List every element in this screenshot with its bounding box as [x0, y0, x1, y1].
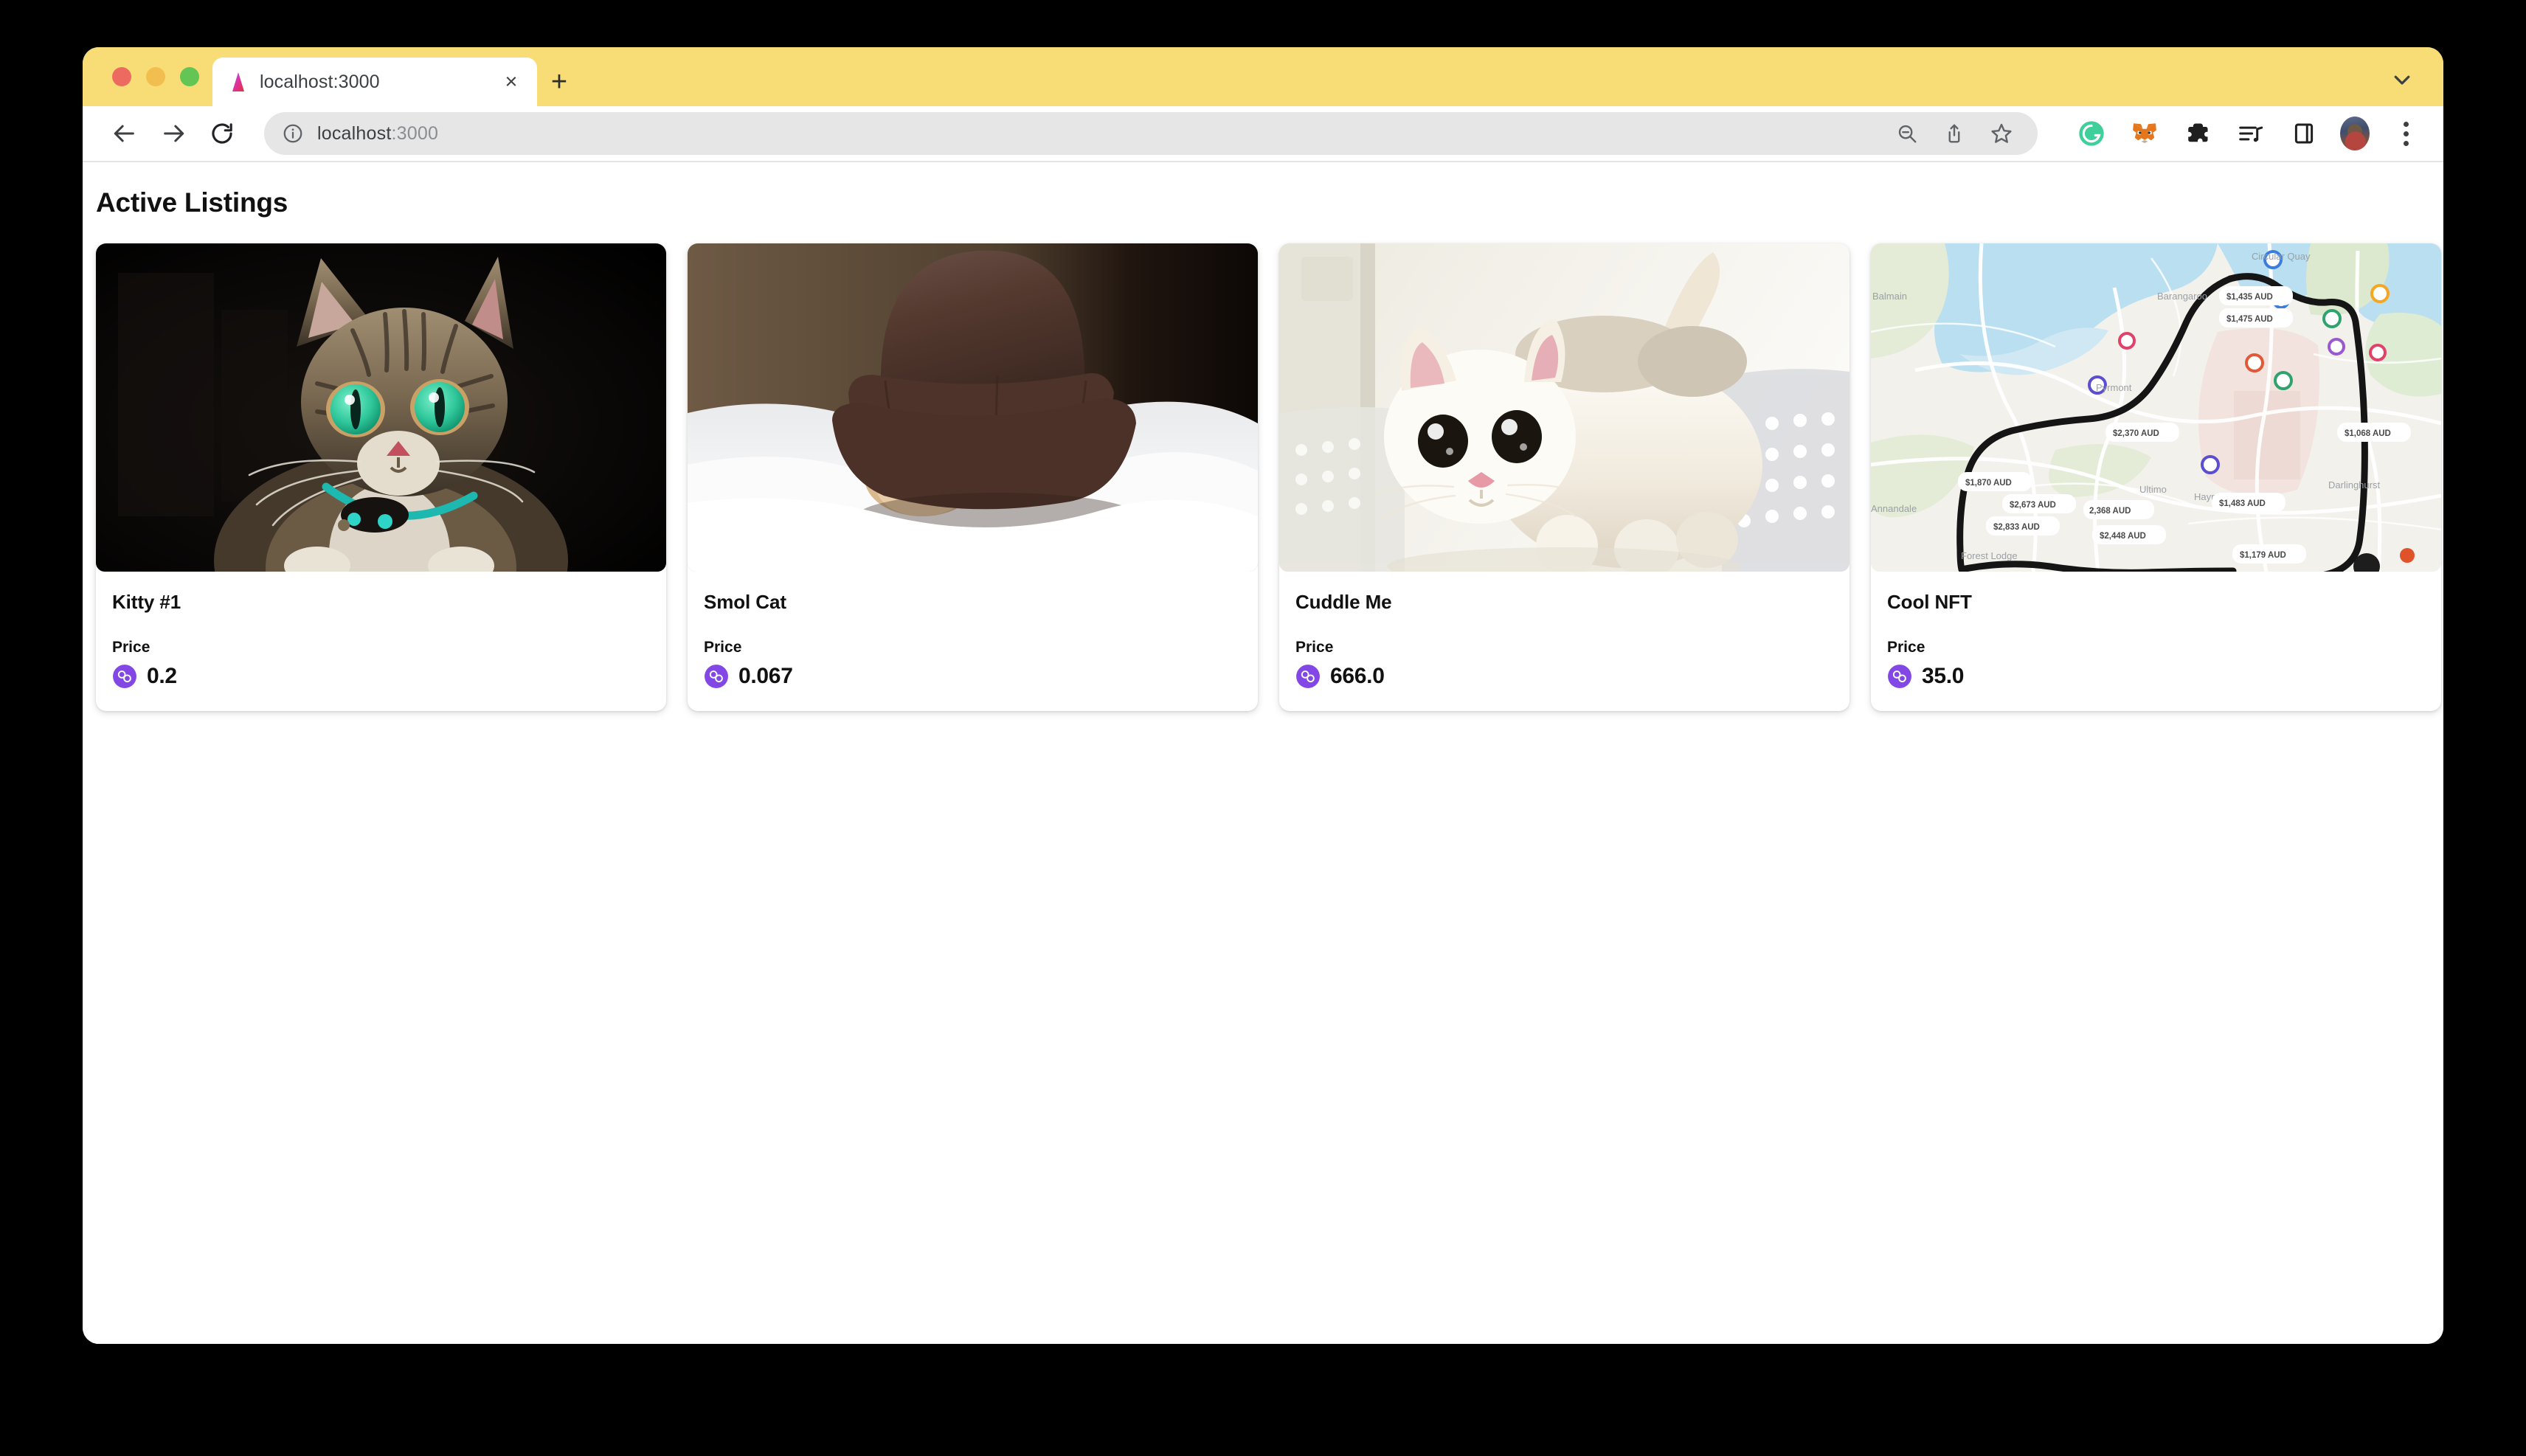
- omnibox-actions: [1892, 118, 2024, 149]
- svg-text:$1,483 AUD: $1,483 AUD: [2219, 499, 2266, 508]
- svg-text:Balmain: Balmain: [1872, 291, 1907, 302]
- svg-text:$2,370 AUD: $2,370 AUD: [2113, 429, 2159, 438]
- page-title: Active Listings: [96, 187, 288, 218]
- media-playlist-icon[interactable]: [2234, 117, 2268, 150]
- browser-tab[interactable]: localhost:3000 ×: [212, 58, 537, 106]
- svg-text:$1,179 AUD: $1,179 AUD: [2240, 551, 2286, 560]
- three-dot-menu-icon[interactable]: [2389, 117, 2423, 150]
- listing-name: Cuddle Me: [1295, 591, 1392, 613]
- polygon-token-icon: [705, 665, 728, 688]
- price-row: 0.2: [112, 664, 650, 689]
- svg-text:$1,475 AUD: $1,475 AUD: [2226, 315, 2273, 324]
- svg-text:Forest Lodge: Forest Lodge: [1961, 550, 2018, 561]
- extension-icons: [2054, 117, 2423, 150]
- listing-details: Cuddle Me Price 666.0: [1279, 572, 1849, 711]
- svg-text:Circular Quay: Circular Quay: [2252, 251, 2311, 262]
- url-host: localhost: [317, 122, 392, 144]
- svg-text:$1,870 AUD: $1,870 AUD: [1965, 479, 2012, 488]
- price-row: 666.0: [1295, 664, 1833, 689]
- back-button[interactable]: [102, 111, 148, 156]
- price-label: Price: [704, 639, 742, 656]
- polygon-token-icon: [1888, 665, 1911, 688]
- svg-text:Barangaroo: Barangaroo: [2157, 291, 2207, 302]
- window-minimize-button[interactable]: [146, 67, 165, 86]
- listing-name: Kitty #1: [112, 591, 181, 613]
- browser-toolbar: localhost:3000: [83, 106, 2443, 162]
- window-close-button[interactable]: [112, 67, 131, 86]
- listing-image: [1279, 243, 1849, 572]
- listing-card[interactable]: Kitty #1 Price 0.2: [96, 243, 666, 711]
- listing-card[interactable]: Cuddle Me Price 666.0: [1279, 243, 1849, 711]
- price-label: Price: [1887, 639, 1925, 656]
- side-panel-icon[interactable]: [2287, 117, 2321, 150]
- price-row: 35.0: [1887, 664, 2425, 689]
- address-bar-url: localhost:3000: [317, 123, 438, 145]
- nextjs-triangle-icon: [232, 72, 244, 91]
- svg-text:2,368 AUD: 2,368 AUD: [2089, 507, 2131, 516]
- grammarly-extension-icon[interactable]: [2075, 117, 2108, 150]
- price-value: 35.0: [1922, 664, 1965, 688]
- svg-text:Annandale: Annandale: [1871, 503, 1917, 514]
- url-port: :3000: [391, 122, 439, 144]
- svg-text:Darlinghurst: Darlinghurst: [2328, 479, 2380, 490]
- extensions-puzzle-icon[interactable]: [2181, 117, 2215, 150]
- window-traffic-lights: [105, 47, 212, 106]
- price-label: Price: [1295, 639, 1334, 656]
- svg-text:$1,068 AUD: $1,068 AUD: [2345, 429, 2391, 438]
- chevron-down-icon[interactable]: [2386, 63, 2418, 96]
- price-label: Price: [112, 639, 150, 656]
- polygon-token-icon: [113, 665, 136, 688]
- info-circle-icon[interactable]: [282, 122, 304, 145]
- price-value: 0.067: [738, 664, 793, 688]
- listing-details: Smol Cat Price 0.067: [688, 572, 1258, 711]
- listing-image: Balmain Barangaroo Pyrmont Ultimo Darlin…: [1871, 243, 2441, 572]
- listing-image: [688, 243, 1258, 572]
- svg-text:$1,435 AUD: $1,435 AUD: [2226, 293, 2273, 302]
- svg-text:$2,673 AUD: $2,673 AUD: [2010, 501, 2056, 510]
- svg-text:$2,448 AUD: $2,448 AUD: [2100, 532, 2146, 541]
- listings-grid: Kitty #1 Price 0.2 Smol Cat Price 0.067 …: [83, 243, 2443, 711]
- listing-name: Smol Cat: [704, 591, 786, 613]
- listing-name: Cool NFT: [1887, 591, 1972, 613]
- tab-close-icon[interactable]: ×: [499, 69, 524, 94]
- price-value: 0.2: [147, 664, 177, 688]
- svg-text:Ultimo: Ultimo: [2139, 484, 2167, 495]
- listing-image: [96, 243, 666, 572]
- sydney-map-with-price-pins-screenshot: Balmain Barangaroo Pyrmont Ultimo Darlin…: [1871, 243, 2441, 572]
- tab-title: localhost:3000: [260, 71, 380, 92]
- zoom-out-icon[interactable]: [1892, 118, 1923, 149]
- page-content: Active Listings Kitty #1 Price 0.2 Smol …: [83, 162, 2443, 1344]
- forward-button[interactable]: [150, 111, 196, 156]
- window-maximize-button[interactable]: [180, 67, 199, 86]
- svg-text:$2,833 AUD: $2,833 AUD: [1993, 523, 2040, 532]
- metamask-extension-icon[interactable]: [2128, 117, 2162, 150]
- listing-card[interactable]: Smol Cat Price 0.067: [688, 243, 1258, 711]
- new-tab-button[interactable]: +: [537, 58, 581, 106]
- kitten-under-brown-hat-photo: [688, 243, 1258, 572]
- share-icon[interactable]: [1939, 118, 1970, 149]
- star-icon[interactable]: [1986, 118, 2017, 149]
- polygon-token-icon: [1296, 665, 1320, 688]
- reload-button[interactable]: [199, 111, 245, 156]
- listing-details: Cool NFT Price 35.0: [1871, 572, 2441, 711]
- price-value: 666.0: [1330, 664, 1385, 688]
- address-bar[interactable]: localhost:3000: [264, 112, 2038, 155]
- tab-strip: localhost:3000 × +: [83, 47, 2443, 106]
- svg-text:Pyrmont: Pyrmont: [2096, 382, 2132, 393]
- browser-window: localhost:3000 × + localhost:3000 Active…: [83, 47, 2443, 1344]
- white-kitten-in-basket-photo: [1279, 243, 1849, 572]
- listing-card[interactable]: Balmain Barangaroo Pyrmont Ultimo Darlin…: [1871, 243, 2441, 711]
- listing-details: Kitty #1 Price 0.2: [96, 572, 666, 711]
- tabby-cat-green-eyes-photo: [96, 243, 666, 572]
- profile-avatar[interactable]: [2340, 117, 2370, 150]
- price-row: 0.067: [704, 664, 1242, 689]
